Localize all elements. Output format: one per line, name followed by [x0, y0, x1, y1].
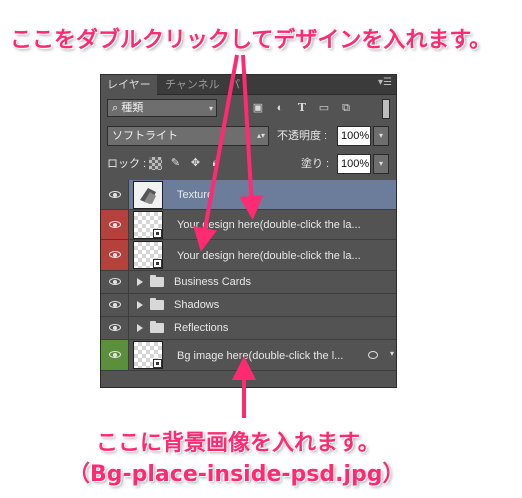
annotation-arrows	[193, 54, 264, 418]
arrow-to-design-1	[193, 54, 239, 252]
arrow-to-design-2	[239, 54, 264, 220]
